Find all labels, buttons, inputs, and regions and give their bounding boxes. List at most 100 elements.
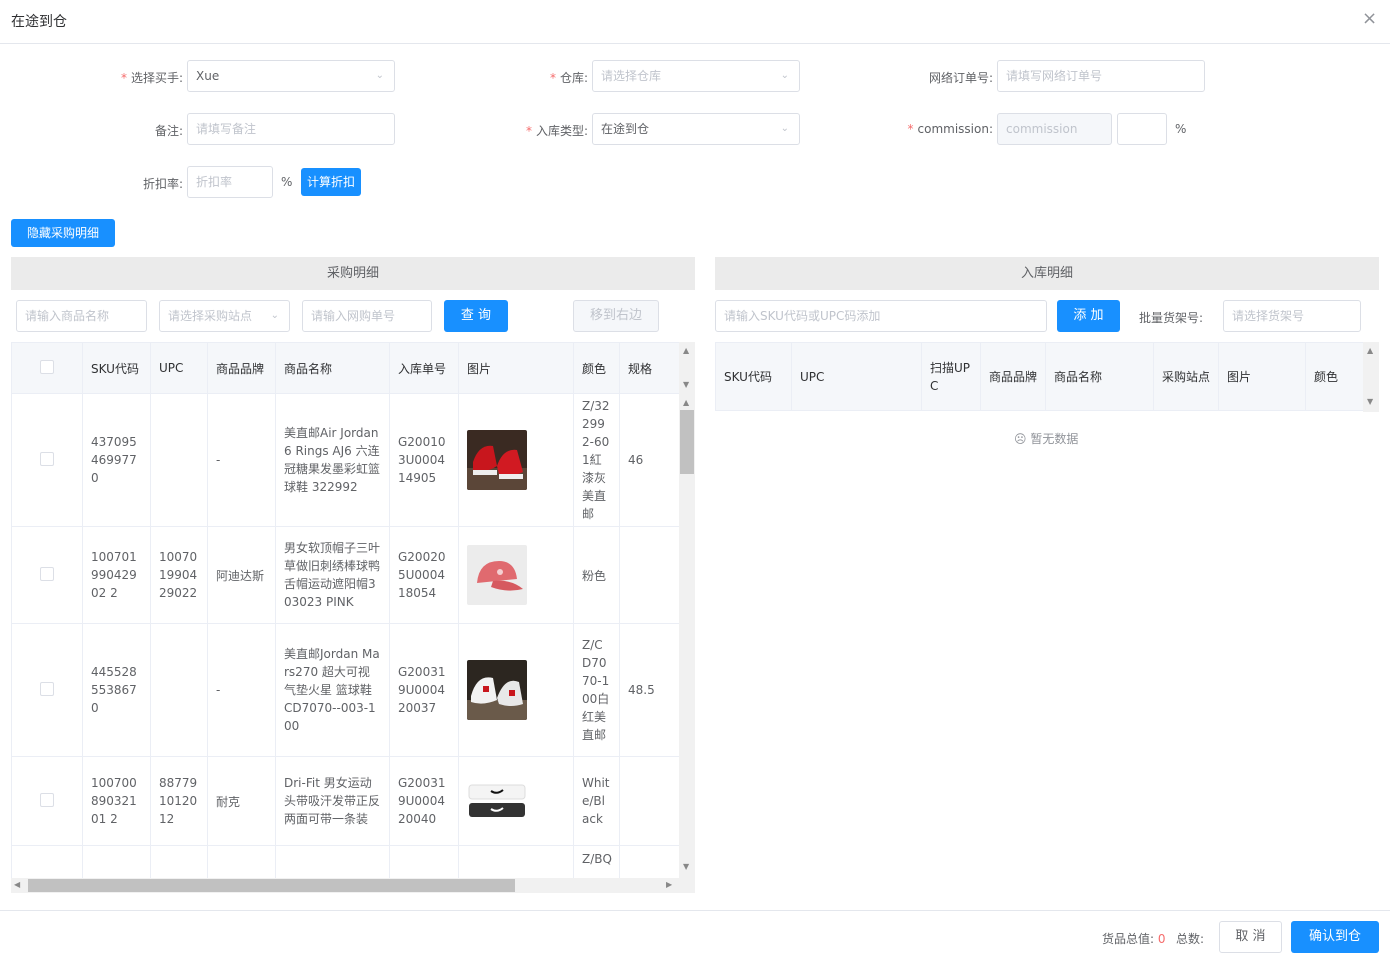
row-checkbox[interactable] <box>40 681 54 696</box>
white-sneaker-image <box>467 660 527 720</box>
add-button[interactable]: 添 加 <box>1057 300 1120 332</box>
query-button[interactable]: 查 询 <box>444 300 508 332</box>
name-cell: 男女软顶帽子三叶草做旧刺绣棒球鸭舌帽运动遮阳帽303023 PINK <box>284 541 381 609</box>
discount-label: 折扣率: <box>142 177 183 191</box>
order-cell: G200103U000414905 <box>398 435 446 485</box>
net-order-input[interactable]: 请填写网络订单号 <box>997 60 1205 92</box>
spec-cell <box>619 756 679 846</box>
row-checkbox[interactable] <box>40 792 54 807</box>
select-all-checkbox[interactable] <box>40 359 54 374</box>
brand-cell: - <box>207 393 276 527</box>
empty-state: ☹ 暂无数据 <box>1014 432 1079 446</box>
brand-cell: - <box>207 623 276 757</box>
stock-type-select[interactable]: 在途到仓 ⌄ <box>592 113 800 145</box>
order-cell <box>389 845 459 878</box>
color-cell: White/Black <box>582 776 610 826</box>
hide-purchase-detail-button[interactable]: 隐藏采购明细 <box>11 219 115 247</box>
warehouse-select[interactable]: 请选择仓库 ⌄ <box>592 60 800 92</box>
cancel-button[interactable]: 取 消 <box>1219 921 1282 953</box>
scroll-down-icon[interactable]: ▼ <box>683 862 689 871</box>
table-row[interactable]: 4370954699770 - 美直邮Air Jordan 6 Rings AJ… <box>11 393 679 527</box>
col-name: 商品名称 <box>275 342 390 394</box>
stock-in-detail-header: 入库明细 <box>715 257 1379 290</box>
remark-input[interactable]: 请填写备注 <box>187 113 395 145</box>
scroll-right-icon[interactable]: ▶ <box>666 880 672 889</box>
move-right-button[interactable]: 移到右边 <box>573 300 659 332</box>
order-number-search[interactable]: 请输入网购单号 <box>302 300 432 332</box>
remark-label: 备注: <box>154 124 183 138</box>
red-sneaker-image <box>467 430 527 490</box>
discount-input[interactable]: 折扣率 <box>187 166 273 198</box>
warehouse-label: * 仓库: <box>549 71 588 85</box>
order-cell: G200319U000420040 <box>398 776 446 826</box>
buyer-select[interactable]: Xue ⌄ <box>187 60 395 92</box>
col-sku: SKU代码 <box>715 342 792 411</box>
col-upc: UPC <box>150 342 208 394</box>
chevron-down-icon: ⌄ <box>780 70 789 81</box>
scroll-down-icon[interactable]: ▼ <box>683 380 689 389</box>
chevron-down-icon: ⌄ <box>375 70 384 81</box>
pink-cap-image <box>467 545 527 605</box>
col-color: 颜色 <box>1305 342 1363 411</box>
table-row[interactable]: Z/BQ <box>11 845 679 878</box>
vertical-scrollbar[interactable]: ▲ ▼ ▲ ▼ <box>679 342 695 878</box>
col-color: 颜色 <box>573 342 620 394</box>
commission-pct-sign: % <box>1175 122 1187 136</box>
scroll-up-icon[interactable]: ▲ <box>683 398 689 407</box>
horizontal-scrollbar[interactable]: ◀ ▶ <box>11 878 695 893</box>
select-all-cell <box>11 342 83 394</box>
scroll-left-icon[interactable]: ◀ <box>14 880 20 889</box>
horizontal-scroll-thumb[interactable] <box>28 879 515 892</box>
shelf-label: 批量货架号: <box>1139 311 1204 325</box>
upc-cell: 100701990429022 <box>159 550 198 600</box>
commission-pct-input[interactable] <box>1117 113 1167 145</box>
stock-in-table: SKU代码 UPC 扫描UPC 商品品牌 商品名称 采购站点 图片 颜色 <box>715 342 1363 411</box>
commission-input[interactable]: commission <box>997 113 1112 145</box>
chevron-down-icon: ⌄ <box>780 123 789 134</box>
brand-cell <box>207 845 276 878</box>
scroll-up-icon[interactable]: ▲ <box>683 346 689 355</box>
chevron-down-icon: ⌄ <box>270 310 279 321</box>
close-icon[interactable]: × <box>1362 8 1377 29</box>
col-brand: 商品品牌 <box>207 342 276 394</box>
confirm-button[interactable]: 确认到仓 <box>1291 921 1379 953</box>
brand-cell: 耐克 <box>207 756 276 846</box>
name-cell: 美直邮Air Jordan 6 Rings AJ6 六连冠糖果发墨彩虹篮球鞋 3… <box>284 426 381 494</box>
total-count-label: 总数: <box>1176 932 1205 946</box>
name-cell: Dri-Fit 男女运动头带吸汗发带正反两面可带一条装 <box>284 776 381 826</box>
row-checkbox[interactable] <box>40 451 54 466</box>
color-cell: Z/322992-601紅漆灰美直邮 <box>582 399 610 521</box>
col-order: 入库单号 <box>389 342 459 394</box>
color-cell: Z/BQ <box>573 845 620 878</box>
total-value-number: 0 <box>1157 932 1166 946</box>
upc-cell <box>150 393 208 527</box>
row-checkbox[interactable] <box>40 566 54 581</box>
sku-upc-input[interactable]: 请输入SKU代码或UPC码添加 <box>715 300 1047 332</box>
header-divider <box>0 43 1390 44</box>
purchase-detail-header: 采购明细 <box>11 257 695 290</box>
col-sku: SKU代码 <box>82 342 151 394</box>
product-name-search[interactable]: 请输入商品名称 <box>16 300 147 332</box>
table-row[interactable]: 10070089032101 2 887791012012 耐克 Dri-Fit… <box>11 756 679 846</box>
sku-cell: 10070199042902 2 <box>91 550 137 600</box>
upc-cell <box>150 623 208 757</box>
total-value: 货品总值: 0 <box>1102 932 1166 946</box>
spec-cell <box>619 526 679 624</box>
vertical-scrollbar[interactable]: ▲ ▼ <box>1363 342 1379 412</box>
table-row[interactable]: 10070199042902 2 100701990429022 阿迪达斯 男女… <box>11 526 679 624</box>
table-row[interactable]: 4455285538670 - 美直邮Jordan Mars270 超大可视气垫… <box>11 623 679 757</box>
col-image: 图片 <box>458 342 574 394</box>
calc-discount-button[interactable]: 计算折扣 <box>301 168 361 196</box>
buyer-label: * 选择买手: <box>120 71 183 85</box>
vertical-scroll-thumb[interactable] <box>680 410 694 474</box>
name-cell <box>275 845 390 878</box>
shelf-select[interactable]: 请选择货架号 <box>1223 300 1361 332</box>
purchase-table: SKU代码 UPC 商品品牌 商品名称 入库单号 图片 颜色 规格 437095… <box>11 342 679 878</box>
footer-divider <box>0 910 1390 911</box>
scroll-up-icon[interactable]: ▲ <box>1367 346 1373 355</box>
scroll-down-icon[interactable]: ▼ <box>1367 397 1373 406</box>
upc-cell <box>150 845 208 878</box>
sku-cell: 10070089032101 2 <box>91 776 137 826</box>
spec-cell: 46 <box>619 393 679 527</box>
purchase-site-select[interactable]: 请选择采购站点 ⌄ <box>159 300 290 332</box>
